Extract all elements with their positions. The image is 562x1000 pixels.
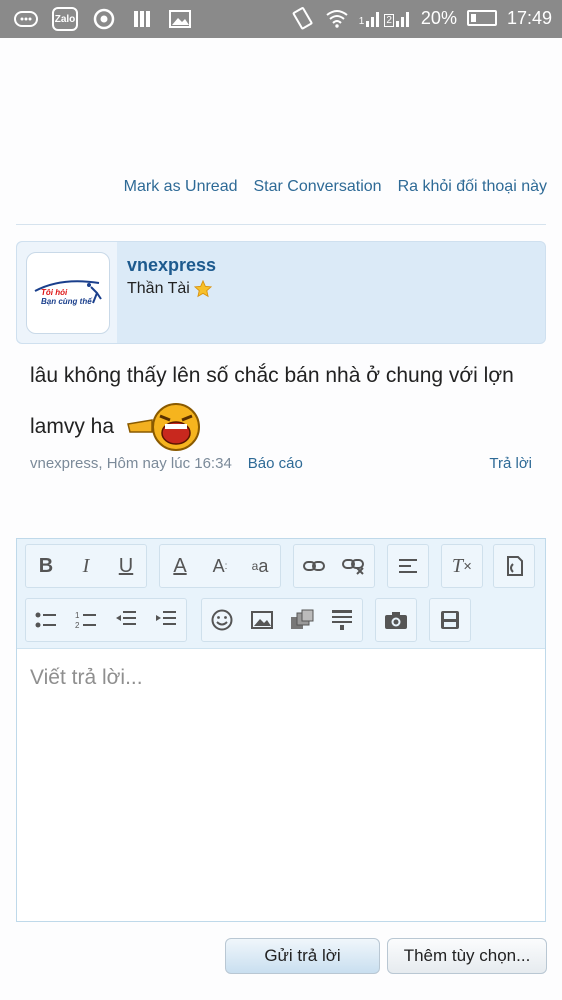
italic-icon[interactable]: I — [66, 545, 106, 587]
message-meta: vnexpress, Hôm nay lúc 16:34 Báo cáo — [30, 455, 303, 472]
align-group — [387, 544, 429, 588]
insert-group — [201, 598, 363, 642]
avatar-logo: Tôi hỏi Bạn cùng thế — [34, 280, 102, 306]
star-conversation-link[interactable]: Star Conversation — [254, 178, 382, 196]
thread-actions: Mark as Unread Star Conversation Ra khỏi… — [124, 178, 547, 196]
font-group: A A: aa — [159, 544, 281, 588]
media-icon[interactable] — [282, 599, 322, 641]
clear-group: T ✕ — [441, 544, 483, 588]
format-group: B I U — [25, 544, 147, 588]
toggle-source-icon[interactable] — [494, 545, 534, 587]
status-bar: Zalo 1 2 20% 17:49 — [0, 0, 562, 38]
send-reply-button[interactable]: Gửi trả lời — [225, 938, 380, 974]
svg-text:Bạn cùng thế: Bạn cùng thế — [41, 297, 93, 306]
divider — [16, 224, 546, 225]
save-draft-icon[interactable] — [430, 599, 470, 641]
signal-icon: 1 2 — [359, 9, 411, 27]
zalo-icon: Zalo — [52, 7, 78, 31]
outdent-icon[interactable] — [106, 599, 146, 641]
reply-link[interactable]: Trả lời — [489, 455, 532, 472]
username-link[interactable]: vnexpress — [127, 255, 216, 276]
align-icon[interactable] — [388, 545, 428, 587]
font-family-icon[interactable]: aa — [240, 545, 280, 587]
bullet-list-icon[interactable] — [26, 599, 66, 641]
reply-editor: B I U A A: aa T ✕ 1 2 Viết trả lời... — [16, 538, 546, 922]
battery-icon — [466, 10, 497, 26]
timestamp: Hôm nay lúc 16:34 — [106, 455, 232, 472]
camera-group — [375, 598, 417, 642]
quote-icon[interactable] — [322, 599, 362, 641]
numbered-list-icon[interactable]: 12 — [66, 599, 106, 641]
message-header: Tôi hỏi Bạn cùng thế vnexpress Thần Tài — [16, 241, 546, 344]
font-size-icon[interactable]: A: — [200, 545, 240, 587]
wifi-icon — [325, 6, 349, 30]
remove-format-icon[interactable]: T ✕ — [442, 545, 482, 587]
more-options-button[interactable]: Thêm tùy chọn... — [387, 938, 547, 974]
svg-text:1: 1 — [75, 611, 80, 620]
indent-icon[interactable] — [146, 599, 186, 641]
clock: 17:49 — [506, 7, 552, 28]
svg-text:Tôi hỏi: Tôi hỏi — [41, 288, 68, 297]
laughing-emoji-icon — [126, 403, 200, 452]
link-icon[interactable] — [294, 545, 334, 587]
leave-conversation-link[interactable]: Ra khỏi đối thoại này — [398, 178, 547, 196]
unlink-icon[interactable] — [334, 545, 374, 587]
battery-percent: 20% — [420, 7, 457, 28]
avatar[interactable]: Tôi hỏi Bạn cùng thế — [26, 252, 110, 334]
smiley-icon[interactable] — [202, 599, 242, 641]
rotate-icon — [291, 6, 315, 30]
star-icon — [193, 280, 212, 298]
link-group — [293, 544, 375, 588]
underline-icon[interactable]: U — [106, 545, 146, 587]
chrome-icon — [92, 7, 116, 31]
message-icon — [14, 7, 38, 31]
text-color-icon[interactable]: A — [160, 545, 200, 587]
mark-unread-link[interactable]: Mark as Unread — [124, 178, 238, 196]
source-group — [493, 544, 535, 588]
report-link[interactable]: Báo cáo — [248, 455, 303, 472]
author-link[interactable]: vnexpress — [30, 455, 98, 472]
save-group — [429, 598, 471, 642]
bold-icon[interactable]: B — [26, 545, 66, 587]
user-title: Thần Tài — [127, 280, 212, 298]
svg-text:2: 2 — [75, 621, 80, 630]
message-body: lâu không thấy lên số chắc bán nhà ở chu… — [30, 350, 540, 452]
list-group: 12 — [25, 598, 187, 642]
gallery-icon — [168, 7, 192, 31]
book-icon — [130, 7, 154, 31]
reply-input[interactable]: Viết trả lời... — [30, 666, 143, 690]
image-icon[interactable] — [242, 599, 282, 641]
editor-toolbar: B I U A A: aa T ✕ 1 2 — [17, 539, 545, 649]
camera-icon[interactable] — [376, 599, 416, 641]
